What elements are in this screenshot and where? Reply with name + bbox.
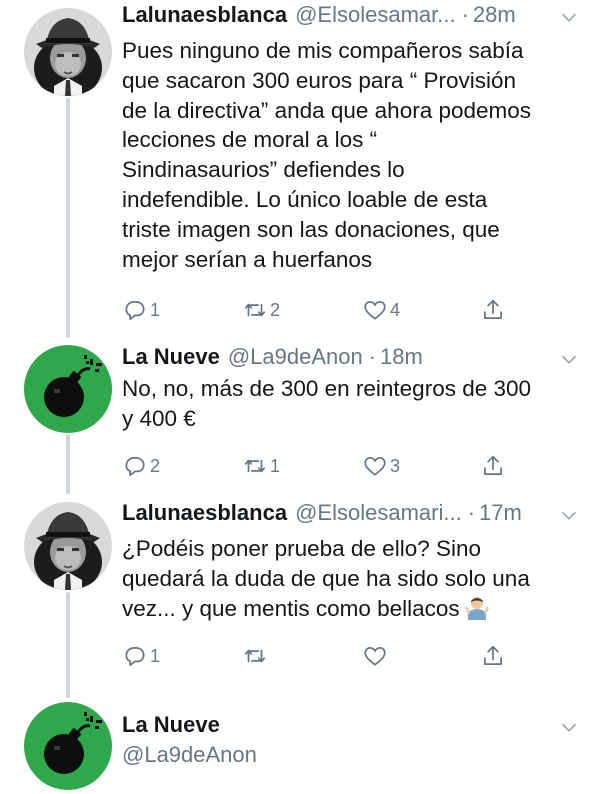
heart-icon xyxy=(364,647,386,666)
chevron-down-icon[interactable] xyxy=(558,348,580,370)
chevron-down-icon[interactable] xyxy=(558,6,580,28)
reply-button[interactable]: 1 xyxy=(122,296,160,324)
display-name[interactable]: Lalunaesblanca xyxy=(122,2,287,28)
thread-line xyxy=(66,98,70,338)
tweet-text: No, no, más de 300 en reintegros de 300 … xyxy=(122,376,532,431)
user-handle[interactable]: @La9deAnon xyxy=(122,742,257,768)
user-handle[interactable]: @La9deAnon xyxy=(228,344,363,370)
separator-dot: · xyxy=(461,2,469,27)
timestamp[interactable]: 28m xyxy=(473,2,516,28)
share-button[interactable] xyxy=(480,296,506,324)
thread-line xyxy=(66,434,70,494)
retweet-button[interactable] xyxy=(242,642,270,670)
like-count: 3 xyxy=(390,455,401,476)
display-name[interactable]: La Nueve xyxy=(122,712,220,738)
reply-icon xyxy=(125,457,145,477)
separator-dot: · xyxy=(368,344,377,369)
reply-button[interactable]: 1 xyxy=(122,642,160,670)
shrug-emoji-icon xyxy=(464,596,489,620)
share-button[interactable] xyxy=(480,452,506,480)
bomb-avatar-icon[interactable] xyxy=(24,702,112,790)
heart-icon xyxy=(364,457,386,476)
timestamp[interactable]: 17m xyxy=(479,500,522,526)
display-name[interactable]: Lalunaesblanca xyxy=(122,500,287,526)
tweet-actions: 2 1 3 xyxy=(122,452,522,480)
share-icon xyxy=(484,455,502,475)
share-button[interactable] xyxy=(480,642,506,670)
reply-count: 1 xyxy=(150,645,161,666)
retweet-count: 1 xyxy=(270,455,281,476)
separator-dot: · xyxy=(467,500,476,525)
like-button[interactable] xyxy=(362,642,390,670)
reply-count: 2 xyxy=(150,455,161,476)
gangster-avatar-icon[interactable] xyxy=(24,8,112,96)
like-count: 4 xyxy=(390,299,401,320)
share-icon xyxy=(484,645,502,665)
reply-button[interactable]: 2 xyxy=(122,452,160,480)
retweet-count: 2 xyxy=(270,299,281,320)
retweet-icon xyxy=(244,459,266,473)
share-icon xyxy=(484,299,502,319)
timestamp[interactable]: 18m xyxy=(380,344,423,370)
retweet-button[interactable]: 2 xyxy=(242,296,280,324)
user-handle[interactable]: @Elsolesamari... xyxy=(295,500,462,526)
user-handle[interactable]: @Elsolesamar... xyxy=(295,2,456,28)
retweet-icon xyxy=(244,303,266,317)
chevron-down-icon[interactable] xyxy=(558,716,580,738)
reply-count: 1 xyxy=(150,299,161,320)
reply-icon xyxy=(125,301,145,321)
tweet-actions: 1 2 4 xyxy=(122,296,522,324)
tweet-actions: 1 xyxy=(122,642,522,670)
tweet-text: Pues ninguno de mis compañeros sabía que… xyxy=(122,38,532,272)
thread-line xyxy=(66,592,70,698)
gangster-avatar-icon[interactable] xyxy=(24,502,112,590)
chevron-down-icon[interactable] xyxy=(558,504,580,526)
tweet-text: ¿Podéis poner prueba de ello? Sino queda… xyxy=(122,534,578,623)
bomb-avatar-icon[interactable] xyxy=(24,345,112,433)
like-button[interactable]: 3 xyxy=(362,452,400,480)
retweet-icon xyxy=(244,649,266,663)
display-name[interactable]: La Nueve xyxy=(122,344,220,370)
heart-icon xyxy=(364,301,386,320)
like-button[interactable]: 4 xyxy=(362,296,400,324)
retweet-button[interactable]: 1 xyxy=(242,452,280,480)
reply-icon xyxy=(125,647,145,667)
